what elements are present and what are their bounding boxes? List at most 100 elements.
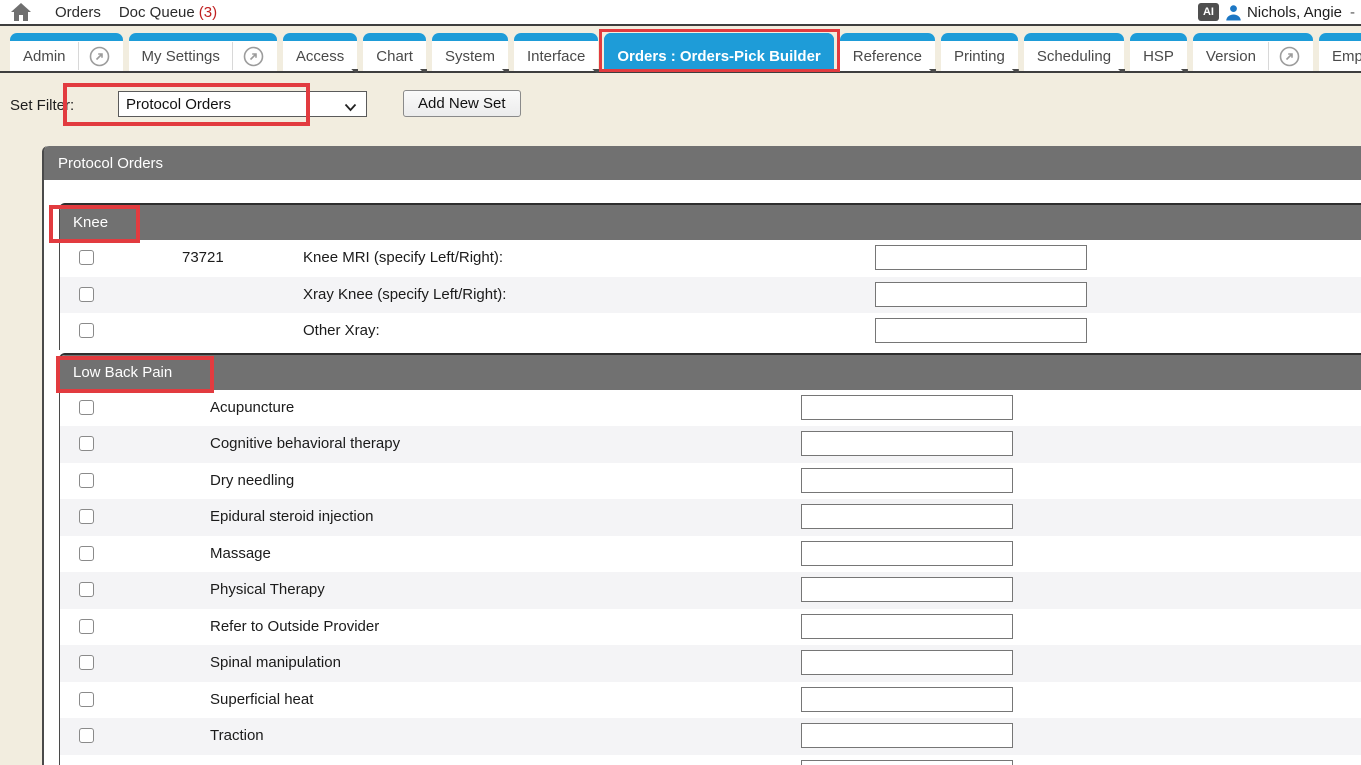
order-row: Spinal manipulation [60, 645, 1361, 682]
order-row: Acupuncture [60, 390, 1361, 427]
row-checkbox[interactable] [79, 619, 94, 634]
tab-label: System [445, 48, 495, 65]
tab-scheduling[interactable]: Scheduling [1024, 33, 1124, 71]
home-icon[interactable] [9, 2, 33, 22]
open-in-new-icon[interactable] [243, 46, 264, 67]
ai-badge[interactable]: AI [1198, 3, 1219, 21]
order-label: Dry needling [210, 472, 294, 489]
tab-my-settings[interactable]: My Settings [129, 33, 277, 71]
protocol-orders-panel: Protocol Orders Knee 73721 Knee MRI (spe… [42, 146, 1361, 765]
tab-divider [1268, 42, 1269, 70]
section-title: Low Back Pain [73, 364, 172, 381]
order-detail-input[interactable] [801, 395, 1013, 420]
row-checkbox[interactable] [79, 287, 94, 302]
tab-divider [232, 42, 233, 70]
order-detail-input[interactable] [801, 468, 1013, 493]
row-checkbox[interactable] [79, 546, 94, 561]
section-knee: Knee 73721 Knee MRI (specify Left/Right)… [59, 203, 1361, 350]
order-detail-input[interactable] [801, 760, 1013, 765]
topbar-user-area: AI Nichols, Angie - [1198, 3, 1355, 21]
tab-reference[interactable]: Reference [840, 33, 935, 71]
tab-accent-bar [1024, 33, 1124, 41]
row-checkbox[interactable] [79, 250, 94, 265]
row-checkbox[interactable] [79, 582, 94, 597]
tab-employer-organizations[interactable]: Employer Organizations [1319, 33, 1361, 71]
order-label: Physical Therapy [210, 581, 325, 598]
tab-label: Employer Organizations [1332, 48, 1361, 65]
topbar-link-orders[interactable]: Orders [55, 4, 101, 21]
tab-version[interactable]: Version [1193, 33, 1313, 71]
row-checkbox[interactable] [79, 323, 94, 338]
panel-title: Protocol Orders [58, 155, 163, 172]
tab-chart[interactable]: Chart [363, 33, 426, 71]
row-checkbox[interactable] [79, 400, 94, 415]
order-label: Cognitive behavioral therapy [210, 435, 400, 452]
tab-access[interactable]: Access [283, 33, 357, 71]
row-checkbox[interactable] [79, 728, 94, 743]
order-detail-input[interactable] [875, 318, 1087, 343]
tab-label: Chart [376, 48, 413, 65]
order-row: 73721 Knee MRI (specify Left/Right): [60, 240, 1361, 277]
section-title: Knee [73, 214, 108, 231]
order-detail-input[interactable] [875, 245, 1087, 270]
order-detail-input[interactable] [801, 723, 1013, 748]
topbar-link-doc-queue[interactable]: Doc Queue [119, 4, 195, 21]
order-detail-input[interactable] [801, 577, 1013, 602]
row-checkbox[interactable] [79, 692, 94, 707]
tab-accent-bar [1319, 33, 1361, 41]
add-new-set-button[interactable]: Add New Set [403, 90, 521, 117]
set-filter-strip: Set Filter: Protocol Orders Add New Set [0, 73, 1361, 145]
tab-label: Access [296, 48, 344, 65]
user-name[interactable]: Nichols, Angie [1247, 4, 1342, 21]
tab-printing[interactable]: Printing [941, 33, 1018, 71]
tab-label: Interface [527, 48, 585, 65]
order-detail-input[interactable] [801, 504, 1013, 529]
order-label: Refer to Outside Provider [210, 618, 379, 635]
tab-label: Printing [954, 48, 1005, 65]
order-detail-input[interactable] [801, 614, 1013, 639]
tab-accent-bar [514, 33, 598, 41]
tab-admin[interactable]: Admin [10, 33, 123, 71]
tab-interface[interactable]: Interface [514, 33, 598, 71]
tab-hsp[interactable]: HSP [1130, 33, 1187, 71]
row-checkbox[interactable] [79, 436, 94, 451]
tab-label: Reference [853, 48, 922, 65]
order-detail-input[interactable] [801, 541, 1013, 566]
order-label: Superficial heat [210, 691, 313, 708]
order-label: Other Xray: [303, 322, 380, 339]
order-row: Xray Knee (specify Left/Right): [60, 277, 1361, 314]
row-checkbox[interactable] [79, 509, 94, 524]
set-filter-select[interactable]: Protocol Orders [118, 91, 367, 117]
tab-label: Orders : Orders-Pick Builder [617, 48, 820, 65]
order-row: Epidural steroid injection [60, 499, 1361, 536]
top-bar: Orders Doc Queue (3) AI Nichols, Angie - [0, 0, 1361, 26]
open-in-new-icon[interactable] [89, 46, 110, 67]
tab-accent-bar [1193, 33, 1313, 41]
row-checkbox[interactable] [79, 655, 94, 670]
order-label: Traction [210, 727, 264, 744]
order-row: Refer to Outside Provider [60, 609, 1361, 646]
tab-orders-pick-builder[interactable]: Orders : Orders-Pick Builder [604, 33, 833, 71]
section-header-knee: Knee [60, 205, 1361, 240]
order-row: Dry needling [60, 463, 1361, 500]
tab-system[interactable]: System [432, 33, 508, 71]
order-detail-input[interactable] [801, 687, 1013, 712]
tab-label: Admin [23, 48, 66, 65]
tab-label: HSP [1143, 48, 1174, 65]
row-checkbox[interactable] [79, 473, 94, 488]
order-label: Acupuncture [210, 399, 294, 416]
order-detail-input[interactable] [875, 282, 1087, 307]
tab-accent-bar [432, 33, 508, 41]
tab-accent-bar [363, 33, 426, 41]
tab-accent-bar [129, 33, 277, 41]
order-label: Epidural steroid injection [210, 508, 373, 525]
section-header-low-back-pain: Low Back Pain [60, 355, 1361, 390]
open-in-new-icon[interactable] [1279, 46, 1300, 67]
order-detail-input[interactable] [801, 650, 1013, 675]
tab-accent-bar [604, 33, 833, 41]
order-detail-input[interactable] [801, 431, 1013, 456]
tab-accent-bar [840, 33, 935, 41]
user-icon [1225, 4, 1242, 21]
chevron-down-icon [344, 99, 357, 117]
order-code: 73721 [182, 249, 224, 266]
